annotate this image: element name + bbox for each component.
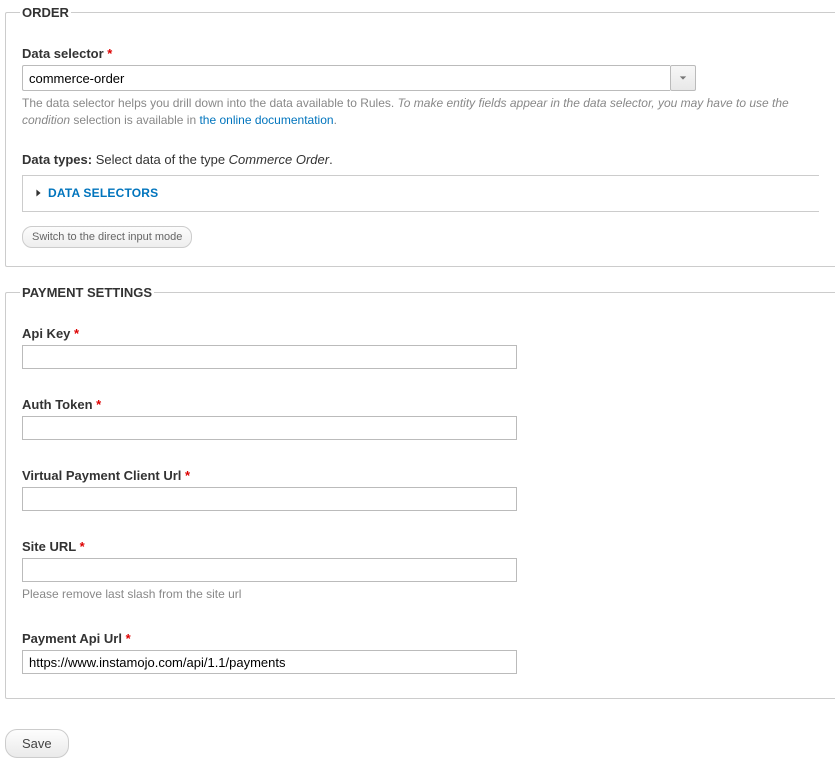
order-fieldset: ORDER Data selector * The data selector … xyxy=(5,5,835,267)
auth-token-label: Auth Token * xyxy=(22,397,819,412)
order-legend: ORDER xyxy=(20,5,71,20)
vpc-url-item: Virtual Payment Client Url * xyxy=(22,468,819,511)
caret-right-icon xyxy=(35,188,42,198)
data-selectors-toggle[interactable]: DATA SELECTORS xyxy=(35,186,158,200)
required-marker: * xyxy=(126,631,131,646)
data-selector-input[interactable] xyxy=(22,65,670,91)
site-url-help: Please remove last slash from the site u… xyxy=(22,586,819,603)
data-selector-item: Data selector * The data selector helps … xyxy=(22,46,819,130)
api-key-input[interactable] xyxy=(22,345,517,369)
data-selectors-box: DATA SELECTORS xyxy=(22,175,819,212)
api-key-label: Api Key * xyxy=(22,326,819,341)
site-url-label: Site URL * xyxy=(22,539,819,554)
api-key-item: Api Key * xyxy=(22,326,819,369)
required-marker: * xyxy=(74,326,79,341)
required-marker: * xyxy=(96,397,101,412)
chevron-down-icon xyxy=(679,74,687,82)
site-url-item: Site URL * Please remove last slash from… xyxy=(22,539,819,603)
auth-token-item: Auth Token * xyxy=(22,397,819,440)
payment-api-url-item: Payment Api Url * xyxy=(22,631,819,674)
vpc-url-label: Virtual Payment Client Url * xyxy=(22,468,819,483)
payment-settings-legend: PAYMENT SETTINGS xyxy=(20,285,154,300)
vpc-url-input[interactable] xyxy=(22,487,517,511)
documentation-link[interactable]: the online documentation xyxy=(199,113,333,127)
required-marker: * xyxy=(107,46,112,61)
data-types-line: Data types: Select data of the type Comm… xyxy=(22,152,819,167)
required-marker: * xyxy=(185,468,190,483)
required-marker: * xyxy=(80,539,85,554)
switch-input-mode-button[interactable]: Switch to the direct input mode xyxy=(22,226,192,248)
data-selector-help: The data selector helps you drill down i… xyxy=(22,95,819,130)
auth-token-input[interactable] xyxy=(22,416,517,440)
save-button[interactable]: Save xyxy=(5,729,69,758)
payment-settings-fieldset: PAYMENT SETTINGS Api Key * Auth Token * … xyxy=(5,285,835,699)
site-url-input[interactable] xyxy=(22,558,517,582)
payment-api-url-label: Payment Api Url * xyxy=(22,631,819,646)
data-selector-label: Data selector * xyxy=(22,46,819,61)
payment-api-url-input[interactable] xyxy=(22,650,517,674)
data-selector-combo xyxy=(22,65,696,91)
data-selector-dropdown-button[interactable] xyxy=(670,65,696,91)
